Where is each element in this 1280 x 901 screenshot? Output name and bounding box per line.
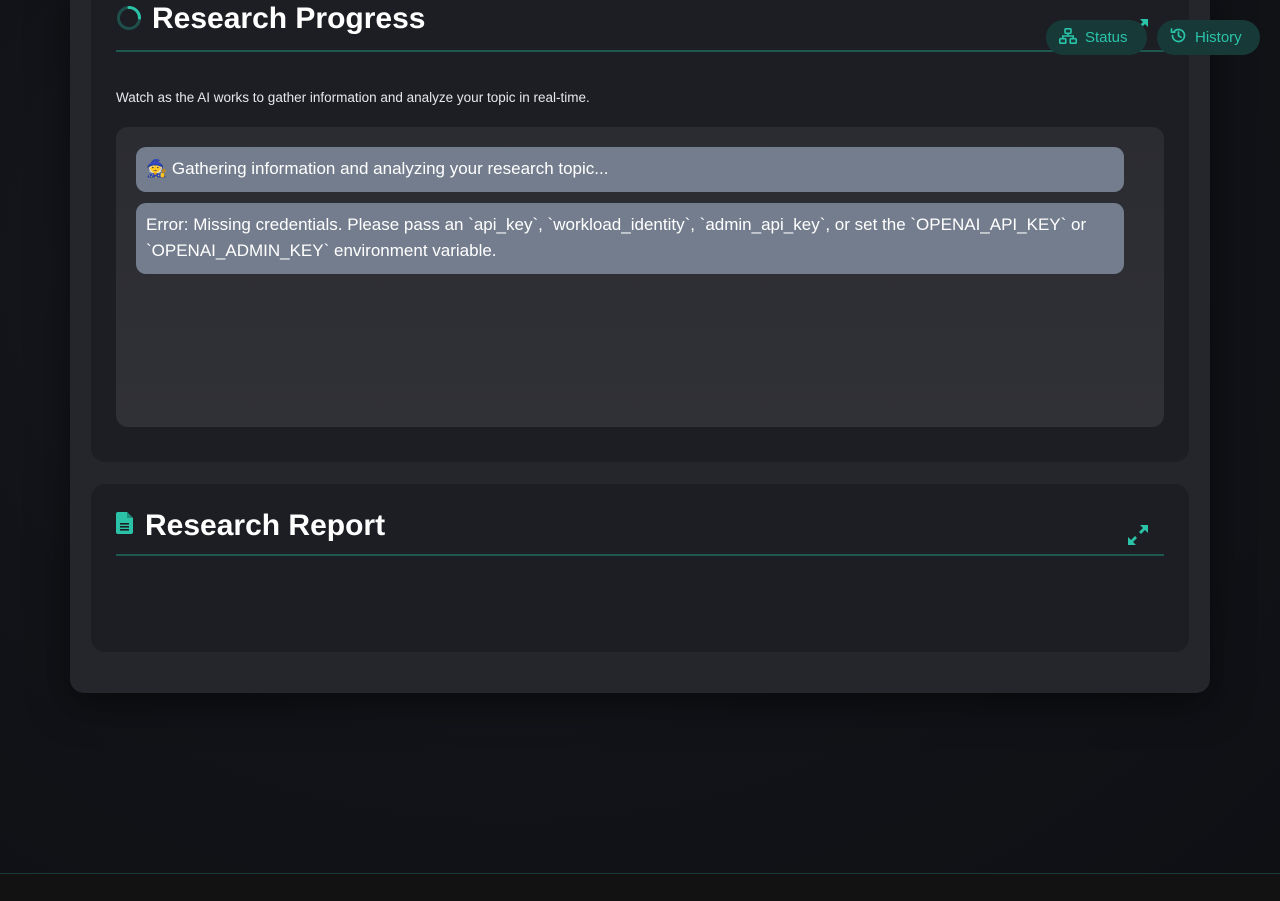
progress-log: 🧙 Gathering information and analyzing yo… xyxy=(116,127,1164,427)
expand-report-icon[interactable] xyxy=(1126,523,1150,547)
error-message: Error: Missing credentials. Please pass … xyxy=(136,203,1124,274)
status-label: Status xyxy=(1085,29,1128,46)
research-report-card: Research Report xyxy=(91,484,1189,652)
footer-bar xyxy=(0,873,1280,901)
research-progress-card: Research Progress Watch as the AI works … xyxy=(91,0,1189,462)
progress-subtitle: Watch as the AI works to gather informat… xyxy=(116,90,590,105)
report-title: Research Report xyxy=(145,507,385,545)
sitemap-icon xyxy=(1059,28,1077,48)
history-icon xyxy=(1170,27,1187,48)
document-icon xyxy=(116,512,133,538)
progress-header: Research Progress xyxy=(116,0,1164,52)
progress-title: Research Progress xyxy=(152,0,426,38)
history-label: History xyxy=(1195,29,1242,46)
history-button[interactable]: History xyxy=(1157,20,1260,55)
log-message: 🧙 Gathering information and analyzing yo… xyxy=(136,147,1124,192)
status-button[interactable]: Status xyxy=(1046,20,1147,55)
top-buttons: Status History xyxy=(1046,20,1260,55)
report-header: Research Report xyxy=(116,504,1164,556)
spinner-icon xyxy=(116,5,142,35)
